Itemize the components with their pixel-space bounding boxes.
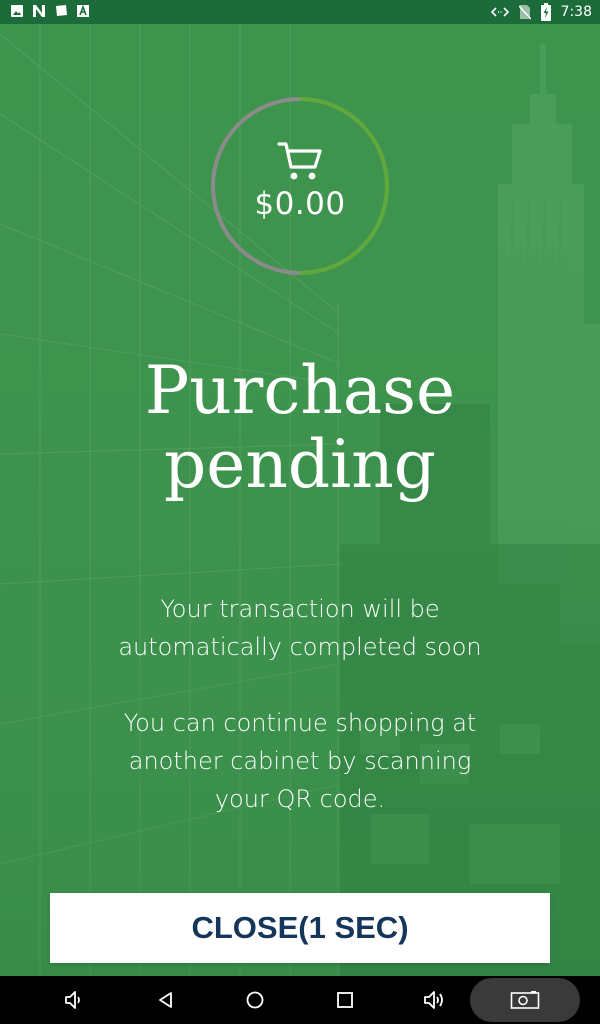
sync-arrows-icon [490,7,509,17]
status-notifications [10,4,90,18]
battery-charging-icon [540,3,551,21]
continue-shopping-message: You can continue shopping at another cab… [123,709,477,813]
back-icon [159,992,172,1008]
home-icon [246,991,264,1009]
status-bar: 7:38 [0,0,600,24]
completion-message: Your transaction will be automatically c… [118,595,482,661]
cart-total: $0.00 [254,186,346,222]
back-button[interactable] [136,976,196,1024]
page-title: Purchase pending [144,352,456,503]
image-icon [11,5,23,17]
close-button[interactable]: CLOSE(1 SEC) [50,893,550,963]
cart-summary: $0.00 [210,96,390,276]
screenshot-button[interactable] [470,978,580,1022]
n-app-icon [33,5,45,17]
recents-button[interactable] [315,976,375,1024]
volume-down-icon [65,991,80,1009]
volume-down-button[interactable] [44,976,104,1024]
navigation-bar [0,976,600,1024]
a-app-icon [77,4,89,17]
message-icon [56,5,67,16]
clock: 7:38 [560,4,592,20]
shopping-cart-icon [277,142,322,180]
screen: 7:38 $0.00 Purchase pending Your transac… [0,0,600,1024]
home-button[interactable] [225,976,285,1024]
volume-up-icon [424,991,443,1009]
purchase-pending-screen: $0.00 Purchase pending Your transaction … [0,24,600,976]
camera-icon [510,991,540,1009]
status-system: 7:38 [490,2,592,22]
recents-icon [337,992,353,1008]
volume-up-button[interactable] [404,976,464,1024]
no-sim-icon [518,5,531,20]
